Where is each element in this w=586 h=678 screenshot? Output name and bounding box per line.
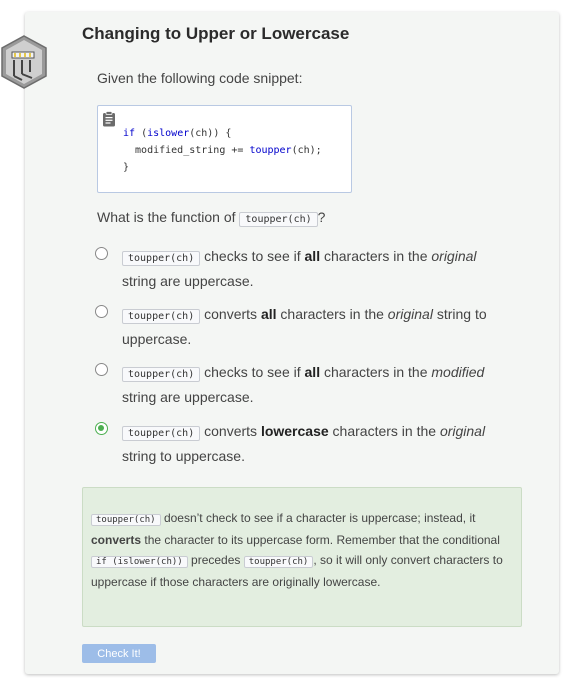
prompt-text: Given the following code snippet: [97, 70, 303, 86]
option-text: converts [200, 306, 261, 322]
code-text: (ch); [291, 145, 322, 156]
option-italic: original [439, 423, 486, 439]
option-code: toupper(ch) [122, 367, 201, 382]
codio-logo-icon [1, 35, 47, 89]
question-prefix: What is the function of [97, 209, 240, 225]
page-title: Changing to Upper or Lowercase [82, 24, 350, 43]
option-2-label[interactable]: toupper(ch) converts all characters in t… [122, 303, 512, 350]
code-snippet: if (islower(ch)) { modified_string += to… [97, 105, 352, 193]
option-italic: original [387, 306, 433, 322]
option-1-radio[interactable] [95, 247, 108, 260]
feedback-code: toupper(ch) [243, 556, 314, 568]
feedback-span: precedes [187, 553, 244, 567]
option-4[interactable]: toupper(ch) converts lowercase character… [95, 420, 515, 466]
option-3-label[interactable]: toupper(ch) checks to see if all charact… [122, 361, 512, 408]
option-4-label[interactable]: toupper(ch) converts lowercase character… [122, 420, 512, 467]
option-text: characters in the [328, 423, 440, 439]
feedback-bold: converts [91, 533, 142, 547]
code-lines: if (islower(ch)) { modified_string += to… [123, 125, 322, 176]
option-bold: all [304, 248, 321, 264]
option-italic: original [431, 248, 477, 264]
check-it-button[interactable]: Check It! [82, 644, 156, 663]
option-code: toupper(ch) [122, 309, 201, 324]
feedback-panel: toupper(ch) doesn’t check to see if a ch… [82, 487, 522, 627]
option-3[interactable]: toupper(ch) checks to see if all charact… [95, 361, 515, 407]
option-1[interactable]: toupper(ch) checks to see if all charact… [95, 245, 515, 291]
clipboard-icon[interactable] [102, 111, 116, 127]
code-text: } [123, 162, 130, 173]
feedback-code: if (islower(ch)) [91, 556, 188, 568]
option-3-radio[interactable] [95, 363, 108, 376]
option-text: checks to see if [200, 248, 305, 264]
option-italic: modified [431, 364, 485, 380]
option-bold: lowercase [260, 423, 329, 439]
option-text: checks to see if [200, 364, 305, 380]
option-code: toupper(ch) [122, 251, 201, 266]
question-code: toupper(ch) [239, 212, 318, 227]
option-4-radio-selected[interactable] [95, 422, 108, 435]
option-bold: all [260, 306, 277, 322]
code-text: modified_string += [123, 145, 250, 156]
option-text: string are uppercase. [122, 389, 254, 405]
question-text: What is the function of toupper(ch)? [97, 209, 326, 227]
code-keyword-if: if [123, 128, 136, 139]
option-text: converts [200, 423, 261, 439]
question-suffix: ? [317, 209, 326, 225]
option-2-radio[interactable] [95, 305, 108, 318]
option-code: toupper(ch) [122, 426, 201, 441]
code-fn-toupper: toupper [249, 145, 292, 156]
option-bold: all [304, 364, 321, 380]
code-text: (ch)) { [189, 128, 232, 139]
feedback-span: the character to its uppercase form. Rem… [141, 533, 500, 547]
option-text: characters in the [320, 364, 432, 380]
option-text: string to uppercase. [122, 448, 245, 464]
option-1-label[interactable]: toupper(ch) checks to see if all charact… [122, 245, 512, 292]
option-text: characters in the [320, 248, 432, 264]
code-fn-islower: islower [147, 128, 190, 139]
option-2[interactable]: toupper(ch) converts all characters in t… [95, 303, 515, 349]
feedback-text: toupper(ch) doesn’t check to see if a ch… [91, 508, 511, 592]
option-text: characters in the [276, 306, 388, 322]
code-text: ( [135, 128, 148, 139]
option-text: string are uppercase. [122, 273, 254, 289]
feedback-code: toupper(ch) [91, 514, 161, 526]
feedback-span: doesn’t check to see if a character is u… [160, 511, 476, 525]
